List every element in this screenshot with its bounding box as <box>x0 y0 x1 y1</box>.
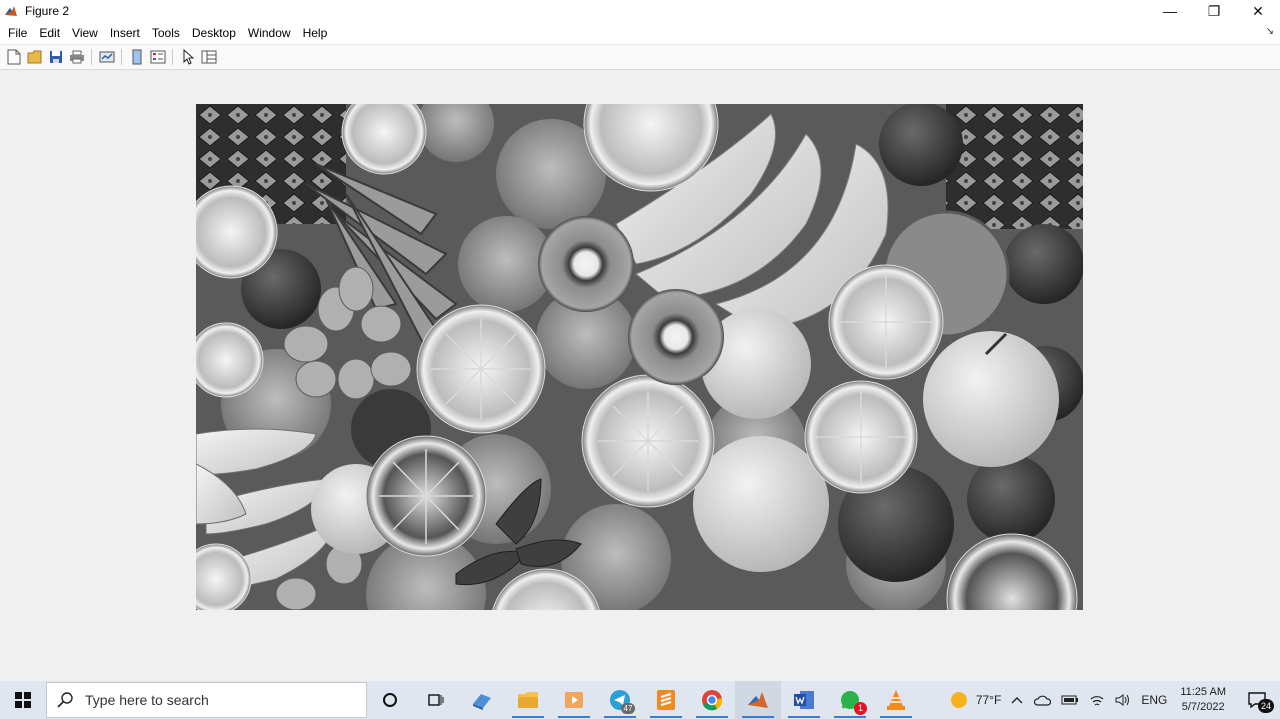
legend-icon <box>150 50 165 64</box>
folder-icon <box>27 50 41 64</box>
title-bar: Figure 2 — ❐ ✕ <box>0 0 1280 22</box>
window-controls: — ❐ ✕ <box>1148 0 1280 22</box>
media-player-icon <box>565 692 583 708</box>
menu-help[interactable]: Help <box>297 22 334 44</box>
taskbar-search-box[interactable]: Type here to search <box>46 682 367 718</box>
word-icon <box>794 691 814 709</box>
fruit-photo-illustration <box>196 104 1083 610</box>
taskbar-clock[interactable]: 11:25 AM 5/7/2022 <box>1172 681 1234 719</box>
link-plot-icon <box>99 51 114 63</box>
vlc-cone-icon <box>887 690 905 710</box>
notification-count-badge: 24 <box>1258 699 1274 713</box>
clock-time: 11:25 AM <box>1180 686 1226 698</box>
window-title: Figure 2 <box>25 4 70 18</box>
toolbar-separator <box>172 49 173 65</box>
menu-edit[interactable]: Edit <box>33 22 66 44</box>
search-icon <box>57 692 73 708</box>
wifi-tray-icon[interactable] <box>1084 681 1110 719</box>
python-icon <box>473 694 491 710</box>
taskbar-app-python[interactable] <box>459 681 505 719</box>
property-inspector-icon <box>201 50 216 64</box>
menu-view[interactable]: View <box>66 22 104 44</box>
show-hidden-icons-button[interactable] <box>1006 681 1028 719</box>
windows-taskbar: Type here to search 47 1 77°F ENG 11:25 … <box>0 681 1280 719</box>
grayscale-fruit-image <box>196 104 1083 610</box>
battery-icon <box>1061 695 1079 705</box>
show-plot-tools-button[interactable] <box>147 47 168 67</box>
new-file-icon <box>7 49 20 65</box>
menu-desktop[interactable]: Desktop <box>186 22 242 44</box>
sublime-text-icon <box>657 690 675 710</box>
cortana-button[interactable] <box>367 681 413 719</box>
matlab-icon <box>3 3 19 19</box>
new-figure-button[interactable] <box>3 47 24 67</box>
toolbar-separator <box>121 49 122 65</box>
cloud-icon <box>1034 695 1052 706</box>
printer-icon <box>69 50 84 64</box>
hide-plot-tools-button[interactable] <box>126 47 147 67</box>
windows-logo-icon <box>15 692 31 708</box>
taskbar-app-media-player[interactable] <box>551 681 597 719</box>
weather-temperature: 77°F <box>975 693 1002 707</box>
action-center-button[interactable]: 24 <box>1234 681 1280 719</box>
input-language[interactable]: ENG <box>1136 681 1172 719</box>
save-button[interactable] <box>45 47 66 67</box>
taskbar-app-matlab[interactable] <box>735 681 781 719</box>
pointer-arrow-icon <box>183 49 194 65</box>
taskbar-app-vlc[interactable] <box>873 681 919 719</box>
edit-plot-button[interactable] <box>177 47 198 67</box>
clock-date: 5/7/2022 <box>1181 701 1225 713</box>
matlab-icon <box>748 692 768 708</box>
menu-tools[interactable]: Tools <box>146 22 186 44</box>
sun-icon <box>950 692 967 708</box>
onedrive-tray-icon[interactable] <box>1028 681 1056 719</box>
speaker-icon <box>1115 694 1130 706</box>
taskbar-app-word[interactable] <box>781 681 827 719</box>
task-view-button[interactable] <box>413 681 459 719</box>
taskbar-app-chrome[interactable] <box>689 681 735 719</box>
figure-canvas <box>0 71 1280 681</box>
taskbar-app-telegram[interactable]: 47 <box>597 681 643 719</box>
menu-overflow-icon[interactable]: ↘ <box>1266 26 1274 37</box>
open-file-button[interactable] <box>24 47 45 67</box>
taskbar-app-sublime[interactable] <box>643 681 689 719</box>
telegram-badge: 47 <box>621 703 635 714</box>
weather-widget[interactable]: 77°F <box>945 681 1006 719</box>
property-inspector-button[interactable] <box>198 47 219 67</box>
menu-window[interactable]: Window <box>242 22 297 44</box>
whatsapp-badge: 1 <box>854 702 867 715</box>
colorbar-icon <box>132 49 141 65</box>
task-view-icon <box>428 694 444 706</box>
print-button[interactable] <box>66 47 87 67</box>
folder-icon <box>518 692 538 708</box>
menu-file[interactable]: File <box>2 22 33 44</box>
menu-insert[interactable]: Insert <box>104 22 146 44</box>
wifi-icon <box>1090 696 1104 706</box>
system-tray: 77°F ENG 11:25 AM 5/7/2022 24 <box>945 681 1280 719</box>
toolbar-separator <box>91 49 92 65</box>
minimize-button[interactable]: — <box>1148 0 1192 22</box>
link-plot-button[interactable] <box>96 47 117 67</box>
cortana-circle-icon <box>383 693 397 707</box>
taskbar-app-file-explorer[interactable] <box>505 681 551 719</box>
close-button[interactable]: ✕ <box>1236 0 1280 22</box>
search-placeholder: Type here to search <box>85 692 209 708</box>
restore-button[interactable]: ❐ <box>1192 0 1236 22</box>
menu-bar: File Edit View Insert Tools Desktop Wind… <box>0 22 1280 44</box>
taskbar-app-whatsapp[interactable]: 1 <box>827 681 873 719</box>
volume-tray-icon[interactable] <box>1110 681 1136 719</box>
chrome-icon <box>702 690 723 711</box>
start-button[interactable] <box>0 681 46 719</box>
figure-toolbar <box>0 44 1280 70</box>
battery-tray-icon[interactable] <box>1056 681 1084 719</box>
save-icon <box>49 51 62 63</box>
chevron-up-icon <box>1011 697 1023 704</box>
